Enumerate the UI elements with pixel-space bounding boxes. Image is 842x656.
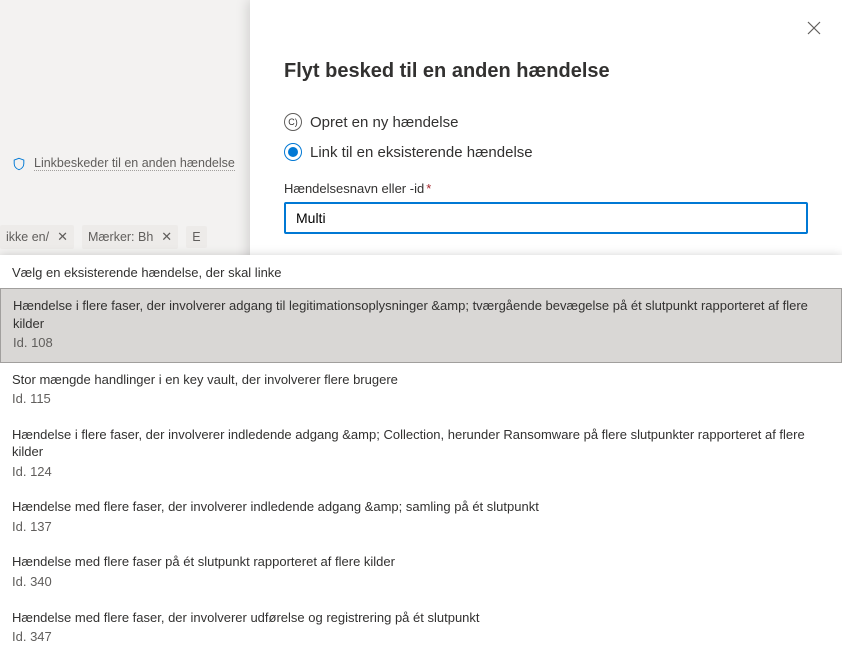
radio-checked-icon: [284, 143, 302, 161]
suggestion-item[interactable]: Hændelse i flere faser, der involverer a…: [0, 288, 842, 363]
suggestion-item-id: Id. 108: [13, 334, 829, 352]
incident-choice-radio-group: C) Opret en ny hændelse Link til en eksi…: [284, 113, 808, 161]
suggestion-item[interactable]: Hændelse i flere faser, der involverer i…: [0, 418, 842, 491]
radio-link-label: Link til en eksisterende hændelse: [310, 144, 533, 161]
suggestion-item-id: Id. 115: [12, 390, 830, 408]
filter-chip-1-remove[interactable]: ✕: [57, 229, 68, 245]
radio-create-incident[interactable]: C) Opret en ny hændelse: [284, 113, 808, 131]
filter-chip-1[interactable]: ikke en/ ✕: [0, 225, 74, 249]
filter-chip-2[interactable]: Mærker: Bh ✕: [82, 225, 178, 249]
suggestion-item-id: Id. 340: [12, 573, 830, 591]
background-link-row[interactable]: Linkbeskeder til en anden hændelse: [12, 156, 235, 171]
suggestion-item-id: Id. 137: [12, 518, 830, 536]
suggestion-item-name: Hændelse i flere faser, der involverer a…: [13, 297, 829, 332]
incident-suggestions-dropdown: Vælg en eksisterende hændelse, der skal …: [0, 255, 842, 656]
suggestion-item[interactable]: Hændelse med flere faser, der involverer…: [0, 490, 842, 545]
radio-circle-icon: C): [284, 113, 302, 131]
close-button[interactable]: [802, 16, 826, 40]
suggestions-list: Hændelse i flere faser, der involverer a…: [0, 288, 842, 656]
suggestion-item-name: Hændelse med flere faser, der involverer…: [12, 498, 830, 516]
filter-chip-3-label: E: [192, 230, 200, 244]
filter-chip-2-label: Mærker: Bh: [88, 230, 153, 244]
radio-create-label: Opret en ny hændelse: [310, 114, 458, 131]
filter-chip-1-label: ikke en/: [6, 230, 49, 244]
filter-chip-3[interactable]: E: [186, 226, 206, 248]
filter-chip-2-remove[interactable]: ✕: [161, 229, 172, 245]
radio-link-incident[interactable]: Link til en eksisterende hændelse: [284, 143, 808, 161]
incident-name-input[interactable]: [284, 202, 808, 234]
suggestion-item-name: Hændelse med flere faser på ét slutpunkt…: [12, 553, 830, 571]
suggestion-item[interactable]: Hændelse med flere faser, der involverer…: [0, 601, 842, 656]
suggestion-item-name: Hændelse i flere faser, der involverer i…: [12, 426, 830, 461]
background-link-text: Linkbeskeder til en anden hændelse: [34, 156, 235, 171]
suggestion-item-name: Stor mængde handlinger i en key vault, d…: [12, 371, 830, 389]
background-filter-row: ikke en/ ✕ Mærker: Bh ✕ E: [0, 225, 207, 249]
shield-icon: [12, 157, 26, 171]
suggestion-item[interactable]: Hændelse med flere faser på ét slutpunkt…: [0, 545, 842, 600]
suggestion-item[interactable]: Stor mængde handlinger i en key vault, d…: [0, 363, 842, 418]
suggestion-item-id: Id. 347: [12, 628, 830, 646]
suggestion-item-id: Id. 124: [12, 463, 830, 481]
panel-title: Flyt besked til en anden hændelse: [284, 60, 808, 83]
incident-name-label: Hændelsesnavn eller -id*: [284, 181, 808, 196]
close-icon: [807, 21, 821, 35]
radio-inner-dot: [288, 147, 298, 157]
suggestion-item-name: Hændelse med flere faser, der involverer…: [12, 609, 830, 627]
incident-name-field: Hændelsesnavn eller -id*: [284, 181, 808, 234]
suggestions-header: Vælg en eksisterende hændelse, der skal …: [0, 255, 842, 288]
